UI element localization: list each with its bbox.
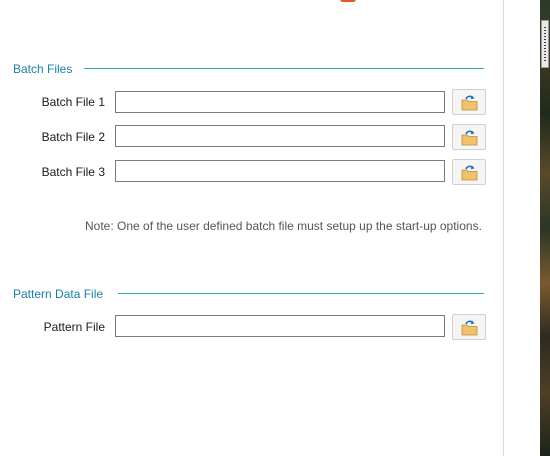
batch-file-1-label: Batch File 1 [41, 95, 105, 109]
side-panel-tab[interactable] [541, 20, 549, 68]
batch-file-3-input[interactable] [115, 160, 445, 182]
batch-file-1-browse-button[interactable] [452, 89, 486, 115]
batch-file-2-browse-button[interactable] [452, 124, 486, 150]
pattern-data-section-divider [118, 293, 484, 294]
accent-mark [340, 0, 356, 2]
desktop-background [540, 0, 550, 456]
batch-files-section-title: Batch Files [13, 62, 73, 76]
settings-panel: Batch Files Batch File 1 Batch File 2 Ba… [0, 0, 503, 456]
pattern-file-input[interactable] [115, 315, 445, 337]
pattern-data-section-title: Pattern Data File [13, 287, 104, 301]
batch-file-3-browse-button[interactable] [452, 159, 486, 185]
batch-files-section-divider [84, 68, 484, 69]
scroll-gutter [504, 0, 540, 456]
batch-file-2-label: Batch File 2 [41, 130, 105, 144]
batch-file-3-label: Batch File 3 [41, 165, 105, 179]
batch-file-2-input[interactable] [115, 125, 445, 147]
pattern-file-label: Pattern File [43, 320, 105, 334]
batch-file-1-input[interactable] [115, 91, 445, 113]
pattern-file-browse-button[interactable] [452, 314, 486, 340]
batch-files-note: Note: One of the user defined batch file… [85, 219, 482, 233]
